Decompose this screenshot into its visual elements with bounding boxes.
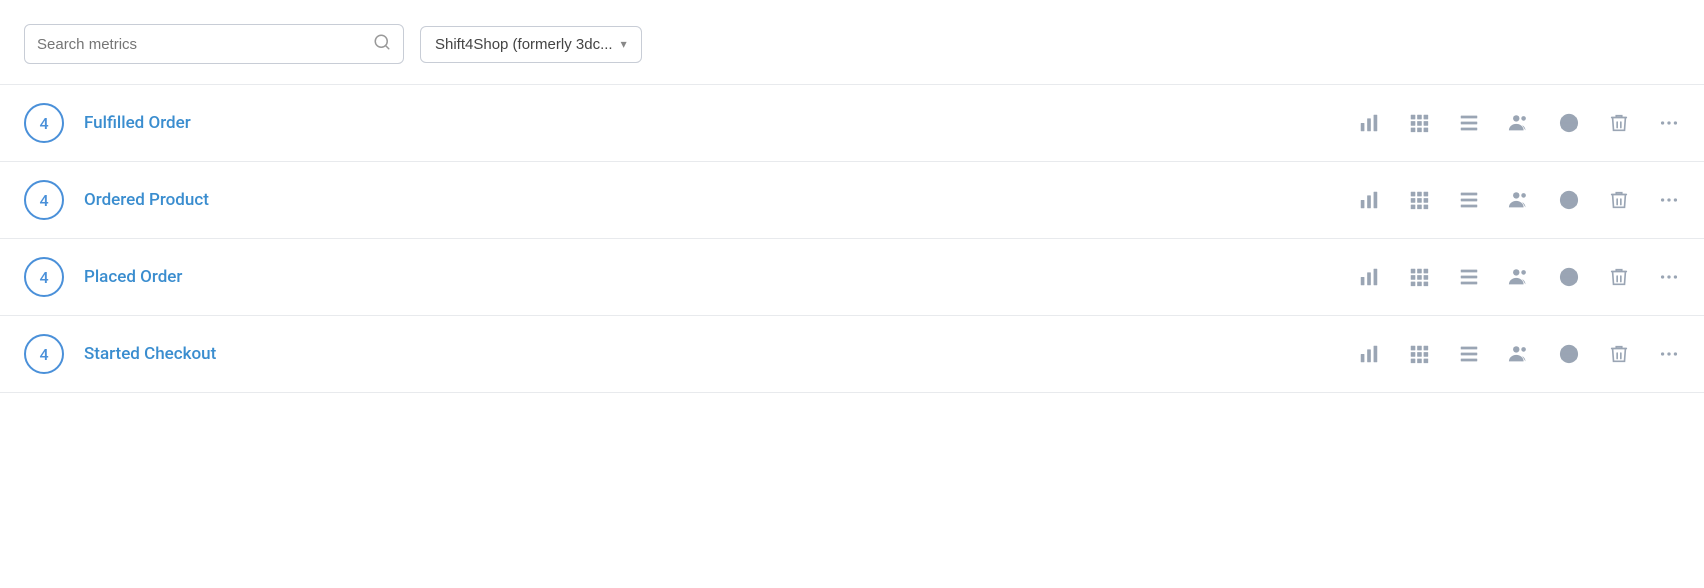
metric-name[interactable]: Ordered Product: [84, 190, 1358, 210]
metric-badge: 4: [24, 180, 64, 220]
top-bar: Shift4Shop (formerly 3dc... ▾: [0, 0, 1704, 84]
search-box: [24, 24, 404, 64]
metric-badge: 4: [24, 334, 64, 374]
search-input[interactable]: [37, 36, 373, 53]
more-icon[interactable]: [1658, 343, 1680, 365]
delete-icon[interactable]: [1608, 266, 1630, 288]
bar-chart-icon[interactable]: [1358, 343, 1380, 365]
grid-icon[interactable]: [1408, 189, 1430, 211]
list-icon[interactable]: [1458, 189, 1480, 211]
dropdown-label: Shift4Shop (formerly 3dc...: [435, 36, 613, 53]
metric-actions: [1358, 189, 1680, 211]
metric-actions: [1358, 266, 1680, 288]
bar-chart-icon[interactable]: [1358, 112, 1380, 134]
metric-actions: [1358, 343, 1680, 365]
delete-icon[interactable]: [1608, 189, 1630, 211]
delete-icon[interactable]: [1608, 112, 1630, 134]
table-row: 4 Started Checkout: [0, 315, 1704, 393]
delete-icon[interactable]: [1608, 343, 1630, 365]
people-icon[interactable]: [1508, 266, 1530, 288]
globe-icon[interactable]: [1558, 112, 1580, 134]
grid-icon[interactable]: [1408, 343, 1430, 365]
list-icon[interactable]: [1458, 343, 1480, 365]
more-icon[interactable]: [1658, 112, 1680, 134]
metric-name[interactable]: Placed Order: [84, 267, 1358, 287]
metric-name[interactable]: Started Checkout: [84, 344, 1358, 364]
people-icon[interactable]: [1508, 343, 1530, 365]
more-icon[interactable]: [1658, 266, 1680, 288]
globe-icon[interactable]: [1558, 266, 1580, 288]
bar-chart-icon[interactable]: [1358, 189, 1380, 211]
people-icon[interactable]: [1508, 112, 1530, 134]
table-row: 4 Placed Order: [0, 238, 1704, 315]
search-icon: [373, 33, 391, 55]
bar-chart-icon[interactable]: [1358, 266, 1380, 288]
people-icon[interactable]: [1508, 189, 1530, 211]
grid-icon[interactable]: [1408, 266, 1430, 288]
metric-name[interactable]: Fulfilled Order: [84, 113, 1358, 133]
more-icon[interactable]: [1658, 189, 1680, 211]
metrics-list: 4 Fulfilled Order: [0, 84, 1704, 393]
globe-icon[interactable]: [1558, 343, 1580, 365]
table-row: 4 Ordered Product: [0, 161, 1704, 238]
chevron-down-icon: ▾: [621, 37, 627, 51]
metric-badge: 4: [24, 257, 64, 297]
table-row: 4 Fulfilled Order: [0, 84, 1704, 161]
metric-actions: [1358, 112, 1680, 134]
grid-icon[interactable]: [1408, 112, 1430, 134]
source-dropdown[interactable]: Shift4Shop (formerly 3dc... ▾: [420, 26, 642, 63]
globe-icon[interactable]: [1558, 189, 1580, 211]
list-icon[interactable]: [1458, 112, 1480, 134]
list-icon[interactable]: [1458, 266, 1480, 288]
metric-badge: 4: [24, 103, 64, 143]
